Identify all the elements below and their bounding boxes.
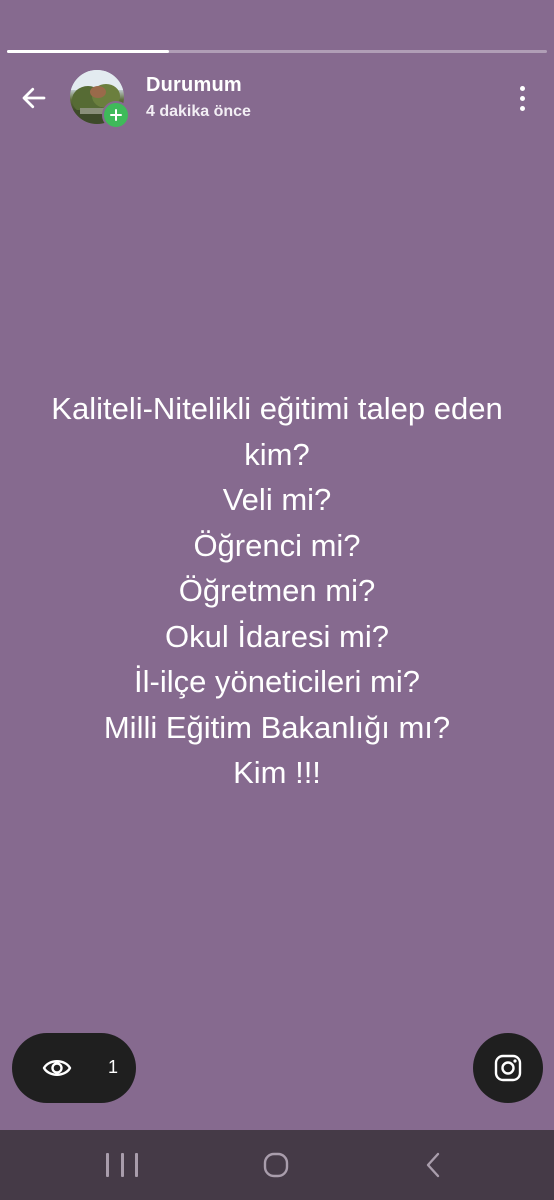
story-progress-bar (7, 50, 547, 53)
status-line: Öğrenci mi? (193, 527, 361, 563)
instagram-icon (494, 1054, 522, 1082)
status-text: Kaliteli-Nitelikli eğitimi talep eden ki… (10, 386, 544, 796)
more-vert-icon-dot (519, 85, 525, 91)
story-title: Durumum (146, 74, 242, 96)
back-chevron-icon (426, 1152, 440, 1178)
plus-icon (110, 109, 122, 121)
home-icon (263, 1152, 289, 1178)
status-line: Milli Eğitim Bakanlığı mı? (103, 709, 451, 745)
share-instagram-button[interactable] (473, 1033, 543, 1103)
views-button[interactable]: 1 (12, 1033, 136, 1103)
arrow-left-icon (22, 87, 46, 109)
status-line: Okul İdaresi mi? (165, 618, 389, 654)
back-button[interactable] (14, 78, 54, 118)
views-count: 1 (108, 1057, 119, 1077)
more-vert-icon-dot (519, 95, 525, 101)
home-button[interactable] (262, 1151, 290, 1179)
status-line: Veli mi? (222, 482, 332, 517)
recents-icon-bar (106, 1153, 109, 1177)
recents-icon-bar (120, 1153, 124, 1177)
recents-icon-bar (135, 1153, 138, 1177)
status-line: kim? (244, 436, 310, 472)
story-header: Durumum 4 dakika önce (0, 60, 554, 135)
more-vert-icon-dot (519, 105, 525, 111)
status-line: İl-ilçe yöneticileri mi? (134, 664, 420, 699)
system-navigation-bar (0, 1130, 554, 1200)
add-status-button[interactable] (102, 101, 130, 129)
eye-icon (42, 1060, 72, 1076)
system-back-button[interactable] (420, 1151, 448, 1179)
recents-button[interactable] (106, 1151, 138, 1179)
status-line: Kaliteli-Nitelikli eğitimi talep eden (51, 391, 503, 426)
story-timestamp: 4 dakika önce (146, 103, 251, 120)
more-options-button[interactable] (506, 78, 538, 118)
status-line: Öğretmen mi? (178, 573, 376, 608)
status-line: Kim !!! (233, 755, 321, 790)
story-progress-fill (7, 50, 169, 53)
